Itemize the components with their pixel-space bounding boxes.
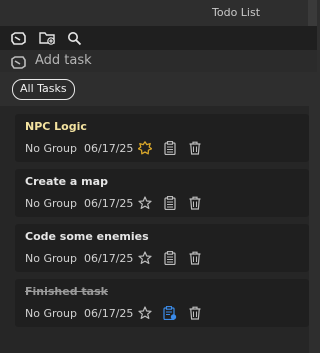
task-date[interactable]: 06/17/25 (84, 252, 133, 265)
task-list: NPC Logic No Group 06/17/25 Create a map… (0, 106, 317, 353)
task-title: Finished task (25, 285, 108, 298)
titlebar-edge (308, 0, 317, 26)
window-title: Todo List (212, 6, 261, 19)
task-card[interactable]: Code some enemies No Group 06/17/25 (15, 224, 309, 272)
task-date[interactable]: 06/17/25 (84, 142, 133, 155)
search-icon[interactable] (65, 30, 83, 46)
scrollbar[interactable] (309, 106, 317, 353)
star-icon[interactable] (138, 196, 152, 210)
toolbar (0, 26, 317, 50)
trash-icon[interactable] (188, 251, 202, 265)
clipboard-icon[interactable] (163, 251, 177, 265)
task-group[interactable]: No Group (25, 142, 77, 155)
task-group[interactable]: No Group (25, 252, 77, 265)
clip-icon (11, 54, 27, 73)
clipboard-complete-icon[interactable] (163, 306, 177, 320)
task-card[interactable]: NPC Logic No Group 06/17/25 (15, 114, 309, 162)
add-task-label: Add task (35, 53, 92, 68)
star-icon[interactable] (138, 141, 152, 155)
task-title: NPC Logic (25, 120, 87, 133)
add-task-button[interactable]: Add task (0, 50, 317, 72)
task-group[interactable]: No Group (25, 307, 77, 320)
folder-add-icon[interactable] (38, 30, 56, 46)
clipboard-icon[interactable] (163, 141, 177, 155)
filter-all-tasks[interactable]: All Tasks (12, 79, 75, 100)
clip-icon[interactable] (10, 30, 28, 46)
task-date[interactable]: 06/17/25 (84, 197, 133, 210)
star-icon[interactable] (138, 251, 152, 265)
task-group[interactable]: No Group (25, 197, 77, 210)
task-card[interactable]: Finished task No Group 06/17/25 (15, 279, 309, 327)
task-card[interactable]: Create a map No Group 06/17/25 (15, 169, 309, 217)
window-titlebar: Todo List (0, 0, 317, 26)
clipboard-icon[interactable] (163, 196, 177, 210)
star-icon[interactable] (138, 306, 152, 320)
trash-icon[interactable] (188, 306, 202, 320)
task-title: Create a map (25, 175, 108, 188)
trash-icon[interactable] (188, 196, 202, 210)
trash-icon[interactable] (188, 141, 202, 155)
task-date[interactable]: 06/17/25 (84, 307, 133, 320)
task-title: Code some enemies (25, 230, 149, 243)
